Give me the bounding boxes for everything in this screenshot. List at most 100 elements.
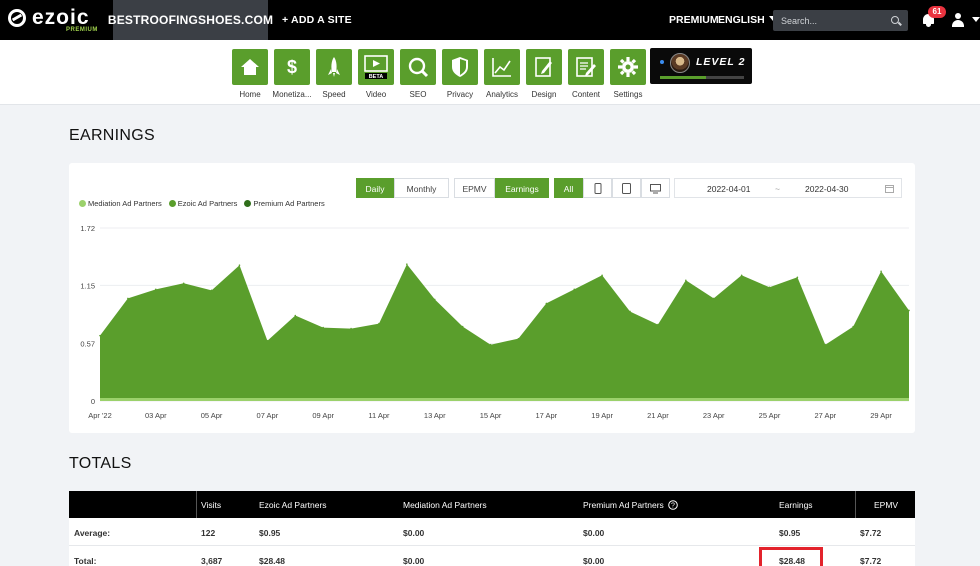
x-tick-label: 19 Apr — [591, 411, 613, 420]
earnings-chart-card: Daily Monthly EPMV Earnings All 2022-04-… — [69, 163, 915, 433]
tool-privacy[interactable]: Privacy — [442, 49, 478, 99]
row-label: Average: — [74, 528, 111, 538]
level-progress-bar — [660, 76, 744, 79]
user-menu-chevron-icon[interactable] — [972, 17, 980, 22]
data-point — [545, 302, 548, 305]
y-tick-label: 1.72 — [80, 224, 95, 233]
svg-text:$: $ — [287, 57, 297, 77]
y-tick-label: 1.15 — [80, 281, 95, 290]
language-dropdown[interactable]: ENGLISH — [718, 14, 777, 26]
logo-mark-icon — [8, 9, 26, 27]
data-point — [322, 326, 324, 329]
avatar — [670, 53, 690, 73]
data-point — [824, 343, 827, 346]
content-icon — [576, 57, 596, 77]
level-label: LEVEL 2 — [696, 56, 746, 68]
table-cell: $0.00 — [403, 528, 425, 538]
table-cell: $0.00 — [583, 556, 605, 566]
top-nav-bar: ezoic PREMIUM BESTROOFINGSHOES.COM + ADD… — [0, 0, 980, 40]
tool-analytics[interactable]: Analytics — [484, 49, 520, 99]
site-selector-tab[interactable]: BESTROOFINGSHOES.COM — [108, 0, 273, 40]
earnings-area-chart: 0 0.57 1.15 1.72 Apr '22 03 Apr 05 Apr 07 Apr 09… — [80, 224, 910, 420]
table-cell: $28.48 — [259, 556, 285, 566]
data-point — [406, 263, 408, 266]
data-point — [852, 325, 855, 328]
tool-design[interactable]: Design — [526, 49, 562, 99]
search-icon[interactable] — [891, 16, 899, 24]
x-tick-label: 11 Apr — [368, 411, 390, 420]
table-header: Visits Ezoic Ad Partners Mediation Ad Pa… — [69, 491, 915, 518]
column-header: Mediation Ad Partners — [403, 500, 487, 510]
data-point — [908, 309, 910, 312]
magnifier-icon — [408, 57, 429, 78]
y-tick-label: 0.57 — [80, 340, 95, 349]
tool-content[interactable]: Content — [568, 49, 604, 99]
gear-icon — [618, 57, 638, 77]
data-point — [294, 314, 297, 317]
chart-line-icon — [492, 58, 511, 77]
level-badge[interactable]: LEVEL 2 — [650, 48, 752, 84]
table-cell: $0.00 — [403, 556, 425, 566]
data-point — [210, 289, 213, 292]
data-point — [99, 334, 101, 337]
data-point — [378, 322, 380, 325]
help-icon[interactable]: ? — [668, 500, 678, 510]
language-label: ENGLISH — [718, 14, 765, 26]
add-site-link[interactable]: + ADD A SITE — [282, 14, 352, 26]
data-point — [182, 282, 185, 285]
status-dot — [660, 60, 664, 64]
tool-video[interactable]: BETA Video — [358, 49, 394, 99]
series-area-ezoic — [100, 264, 909, 401]
data-point — [461, 325, 464, 328]
tool-home[interactable]: Home — [232, 49, 268, 99]
x-tick-label: 05 Apr — [201, 411, 223, 420]
rocket-icon — [328, 57, 340, 77]
earnings-title: EARNINGS — [69, 127, 155, 144]
x-tick-label: 27 Apr — [814, 411, 836, 420]
column-header: EPMV — [874, 500, 899, 510]
totals-title: TOTALS — [69, 455, 132, 472]
y-tick-label: 0 — [91, 397, 95, 406]
tool-settings[interactable]: Settings — [610, 49, 646, 99]
tool-monetization[interactable]: $ Monetiza... — [272, 49, 312, 99]
table-row: Average: 122 $0.95 $0.00 $0.00 $0.95 $7.… — [69, 518, 915, 546]
notification-badge: 61 — [928, 6, 946, 18]
tool-speed[interactable]: Speed — [316, 49, 352, 99]
highlight-box — [759, 547, 823, 566]
x-tick-label: Apr '22 — [88, 411, 112, 420]
series-area-mediation — [100, 398, 909, 401]
table-cell: $0.95 — [259, 528, 281, 538]
x-tick-label: 15 Apr — [480, 411, 502, 420]
x-tick-label: 17 Apr — [536, 411, 558, 420]
tool-label: Settings — [613, 90, 643, 99]
x-tick-label: 23 Apr — [703, 411, 725, 420]
dollar-icon: $ — [287, 57, 297, 77]
data-point — [768, 286, 771, 289]
video-icon: BETA — [364, 55, 388, 80]
user-icon[interactable] — [951, 13, 965, 27]
x-tick-label: 07 Apr — [257, 411, 279, 420]
data-point — [517, 337, 520, 340]
data-point — [685, 279, 687, 282]
data-point — [238, 264, 241, 267]
x-tick-label: 09 Apr — [312, 411, 334, 420]
svg-text:?: ? — [671, 503, 675, 510]
ezoic-logo[interactable]: ezoic PREMIUM — [8, 6, 98, 34]
premium-link[interactable]: PREMIUM — [669, 14, 719, 26]
data-point — [489, 343, 492, 346]
data-point — [601, 274, 603, 277]
beta-tag: BETA — [369, 74, 384, 80]
tool-launcher-bar: Home $ Monetiza... Speed BETA Video SEO … — [0, 40, 980, 105]
table-cell: $0.00 — [583, 528, 605, 538]
search-input[interactable] — [773, 10, 908, 31]
data-point — [433, 298, 436, 301]
column-header: Premium Ad Partners ? — [583, 500, 678, 510]
data-point — [127, 297, 129, 300]
table-cell: 3,687 — [201, 556, 223, 566]
data-point — [657, 323, 659, 326]
x-tick-label: 21 Apr — [647, 411, 669, 420]
data-point — [880, 270, 882, 273]
data-point — [712, 297, 715, 300]
tool-seo[interactable]: SEO — [400, 49, 436, 99]
column-header: Visits — [201, 500, 222, 510]
